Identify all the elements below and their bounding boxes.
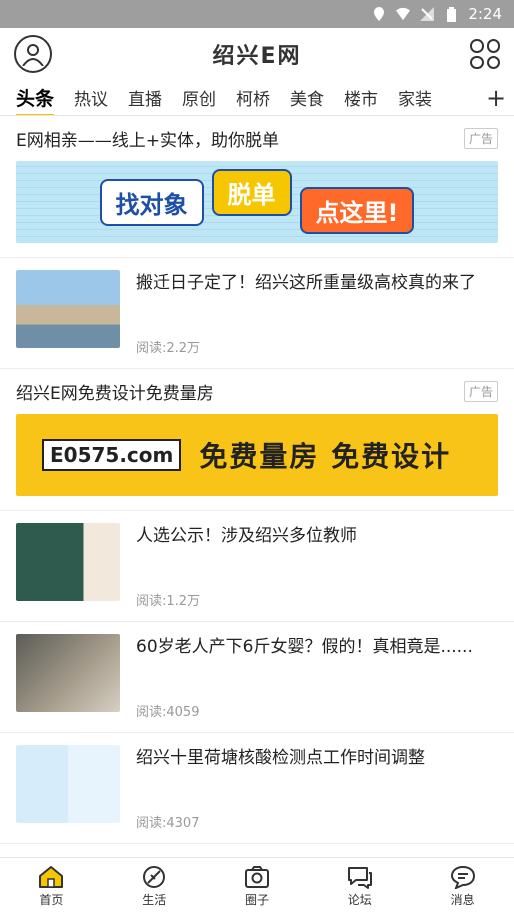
nav-home[interactable]: 首页 — [0, 858, 103, 915]
bottom-navigation: 首页 生活 圈子 论坛 消息 — [0, 857, 514, 915]
nav-label: 论坛 — [347, 893, 372, 907]
tab-property[interactable]: 楼市 — [344, 85, 378, 110]
news-thumbnail — [16, 745, 120, 823]
nav-label: 生活 — [142, 893, 167, 907]
news-thumbnail — [16, 270, 120, 348]
banner-text: 免费量房 免费设计 — [199, 440, 452, 473]
ad-item[interactable]: E网相亲——线上+实体，助你脱单 广告 找对象 脱单 点这里! — [0, 116, 514, 258]
ad-item[interactable]: 绍兴E网免费设计免费量房 广告 E0575.com 免费量房 免费设计 — [0, 369, 514, 511]
tab-live[interactable]: 直播 — [128, 85, 162, 110]
nav-messages[interactable]: 消息 — [411, 858, 514, 915]
signal-icon — [420, 7, 435, 21]
nav-forum[interactable]: 论坛 — [308, 858, 411, 915]
apps-grid-icon[interactable] — [470, 39, 500, 69]
tab-hot-topics[interactable]: 热议 — [74, 85, 108, 110]
message-icon — [450, 865, 475, 889]
nav-label: 首页 — [39, 893, 64, 907]
ad-badge: 广告 — [463, 381, 498, 402]
tab-home-deco[interactable]: 家装 — [398, 85, 432, 110]
banner-word: 脱单 — [211, 168, 292, 216]
news-title: 搬迁日子定了！绍兴这所重量级高校真的来了 — [136, 273, 476, 293]
ad-title: E网相亲——线上+实体，助你脱单 — [16, 131, 279, 151]
news-title: 绍兴十里荷塘核酸检测点工作时间调整 — [136, 748, 425, 768]
person-icon — [22, 44, 44, 66]
user-avatar-button[interactable] — [14, 35, 52, 73]
news-read-count: 阅读:1.2万 — [136, 594, 201, 609]
banner-logo: E0575.com — [42, 439, 182, 471]
add-channel-button[interactable]: + — [478, 80, 514, 115]
news-item[interactable]: 绍兴十里荷塘核酸检测点工作时间调整 阅读:4307 — [0, 733, 514, 844]
ad-banner-design[interactable]: E0575.com 免费量房 免费设计 — [16, 414, 498, 496]
news-read-count: 阅读:4059 — [136, 705, 200, 720]
camera-icon — [244, 866, 269, 888]
news-read-count: 阅读:4307 — [136, 816, 200, 831]
clock: 2:24 — [468, 5, 502, 23]
home-icon — [39, 866, 64, 888]
banner-word: 点这里! — [299, 186, 415, 234]
news-item[interactable]: 60岁老人产下6斤女婴？假的！真相竟是...... 阅读:4059 — [0, 622, 514, 733]
chat-icon — [347, 867, 372, 889]
app-logo: 绍兴E网 — [212, 44, 302, 69]
tab-original[interactable]: 原创 — [182, 85, 216, 110]
ad-badge: 广告 — [463, 128, 498, 149]
nav-circle[interactable]: 圈子 — [206, 858, 309, 915]
tab-keqiao[interactable]: 柯桥 — [236, 85, 270, 110]
nav-label: 圈子 — [244, 893, 269, 907]
tab-food[interactable]: 美食 — [290, 85, 324, 110]
news-thumbnail — [16, 523, 120, 601]
news-item[interactable]: 人选公示！涉及绍兴多位教师 阅读:1.2万 — [0, 511, 514, 622]
news-read-count: 阅读:2.2万 — [136, 341, 201, 356]
ad-title: 绍兴E网免费设计免费量房 — [16, 384, 214, 404]
news-title: 人选公示！涉及绍兴多位教师 — [136, 526, 357, 546]
channel-tabs: 头条 热议 直播 原创 柯桥 美食 楼市 家装 + — [0, 80, 514, 116]
banner-word: 找对象 — [99, 178, 204, 226]
app-header: 绍兴E网 — [0, 28, 514, 80]
wifi-icon — [396, 7, 411, 21]
location-icon — [372, 7, 386, 21]
news-thumbnail — [16, 634, 120, 712]
status-bar: 2:24 — [0, 0, 514, 28]
nav-life[interactable]: 生活 — [103, 858, 206, 915]
ad-banner-dating[interactable]: 找对象 脱单 点这里! — [16, 161, 498, 243]
leaf-icon — [143, 866, 166, 888]
battery-icon — [444, 6, 458, 22]
news-item[interactable]: 搬迁日子定了！绍兴这所重量级高校真的来了 阅读:2.2万 — [0, 258, 514, 369]
tab-headline[interactable]: 头条 — [16, 84, 55, 115]
nav-label: 消息 — [450, 893, 475, 907]
news-title: 60岁老人产下6斤女婴？假的！真相竟是...... — [136, 637, 473, 657]
